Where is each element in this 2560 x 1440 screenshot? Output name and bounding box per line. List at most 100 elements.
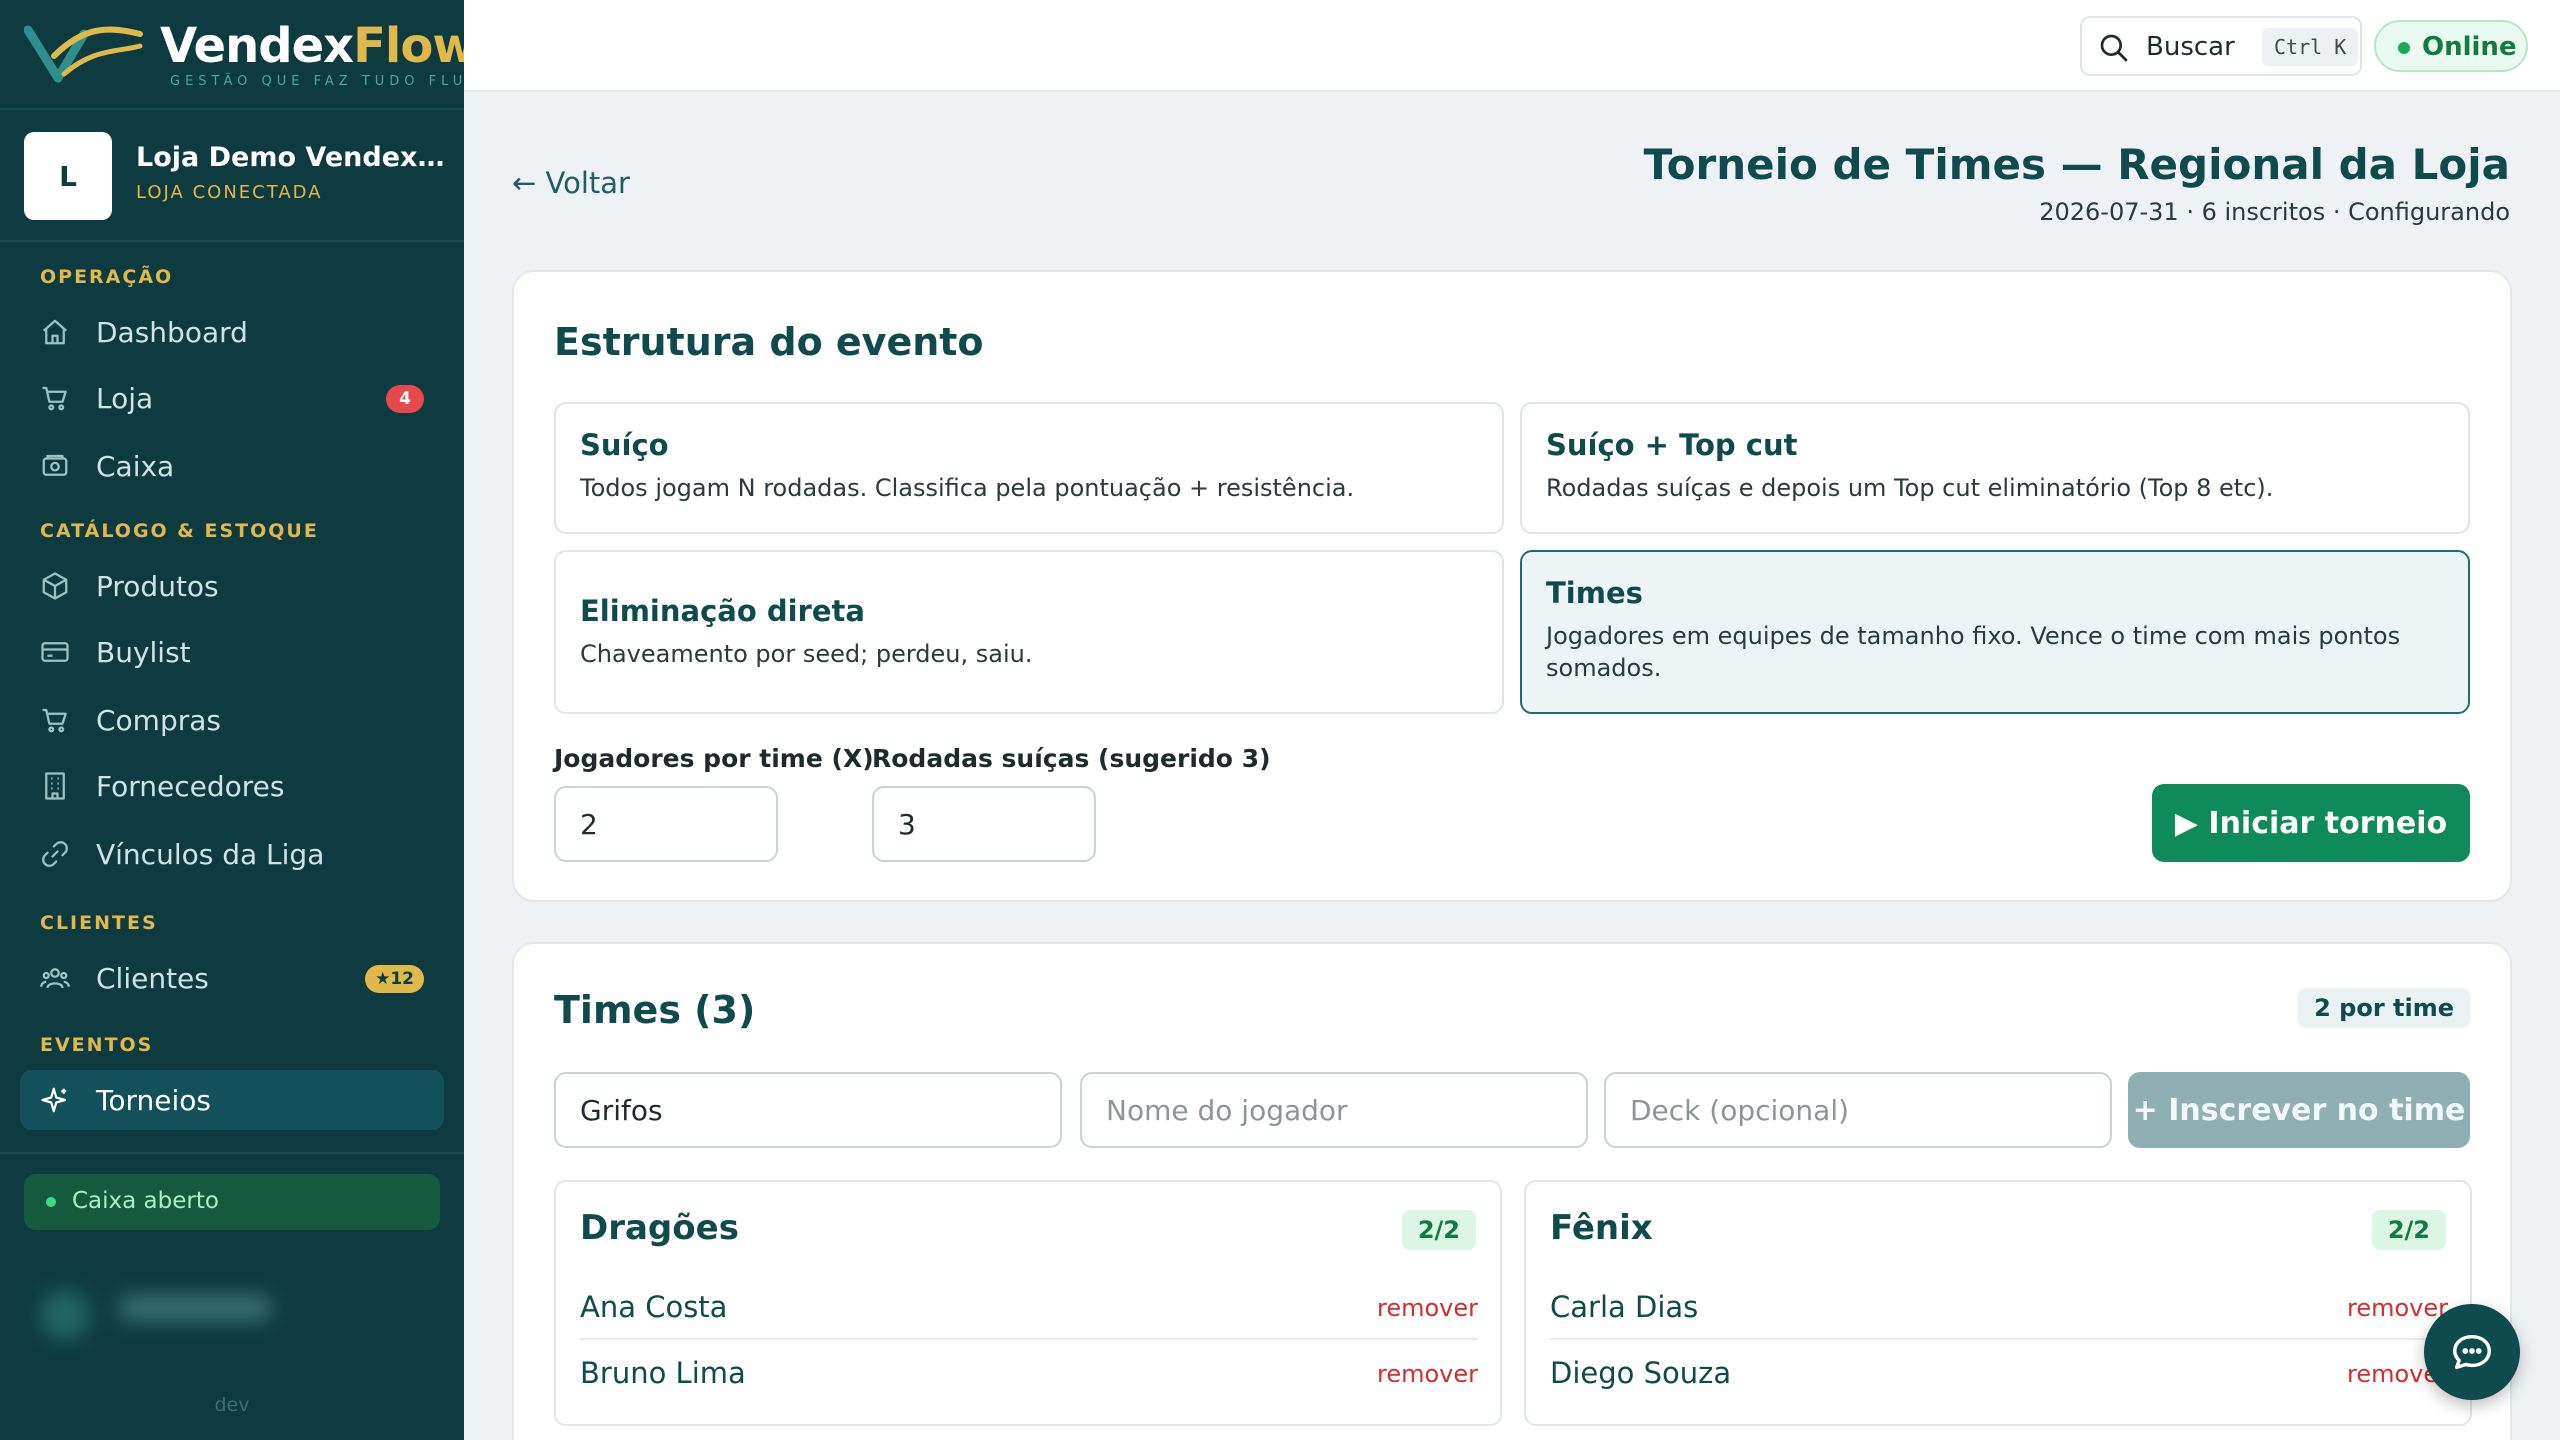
team-name: Fênix [1550, 1208, 1653, 1248]
team-member-row: Ana Costa remover [580, 1276, 1478, 1340]
cash-status-badge[interactable]: Caixa aberto [24, 1174, 440, 1230]
sidebar-item-label: Caixa [96, 450, 175, 483]
online-status-dot [2398, 42, 2410, 54]
remove-member-button[interactable]: remover [1377, 1294, 1478, 1322]
format-option-title: Suíço + Top cut [1546, 428, 1798, 462]
sidebar-item-dashboard[interactable]: Dashboard [20, 302, 444, 362]
section-label-eventos: EVENTOS [40, 1034, 154, 1056]
online-status-badge: Online [2374, 20, 2528, 72]
format-option-times[interactable]: Times Jogadores em equipes de tamanho fi… [1520, 550, 2470, 714]
section-label-catalogo: CATÁLOGO & ESTOQUE [40, 520, 319, 542]
sidebar-divider [0, 108, 464, 110]
link-icon [40, 839, 70, 869]
sidebar-item-label: Loja [96, 382, 154, 415]
vendexflow-logo-icon [24, 25, 143, 83]
format-option-description: Rodadas suíças e depois um Top cut elimi… [1546, 474, 2274, 502]
deck-input[interactable] [1604, 1072, 2112, 1148]
enroll-team-button[interactable]: + Inscrever no time [2128, 1072, 2470, 1148]
format-option-title: Eliminação direta [580, 594, 865, 628]
remove-member-button[interactable]: remover [2347, 1294, 2448, 1322]
loja-badge: 4 [386, 385, 424, 413]
players-per-team-input[interactable] [554, 786, 778, 862]
sidebar-item-loja[interactable]: Loja 4 [20, 368, 444, 428]
box-icon [40, 571, 70, 601]
format-option-suico[interactable]: Suíço Todos jogam N rodadas. Classifica … [554, 402, 1504, 534]
user-profile[interactable] [30, 1280, 410, 1350]
sidebar-item-vinculos-da-liga[interactable]: Vínculos da Liga [20, 824, 444, 884]
chat-bubble-icon [2453, 1334, 2491, 1370]
team-member-row: Diego Souza remover [1550, 1342, 2448, 1406]
remove-member-button[interactable]: remover [1377, 1360, 1478, 1388]
section-label-operacao: OPERAÇÃO [40, 266, 174, 288]
cash-status-label: Caixa aberto [72, 1188, 219, 1214]
sidebar-item-torneios[interactable]: Torneios [20, 1070, 444, 1130]
brand-tagline: GESTÃO QUE FAZ TUDO FLUIR [170, 74, 491, 89]
back-link[interactable]: ← Voltar [512, 166, 630, 200]
teams-card: Times (3) 2 por time + Inscrever no time… [512, 942, 2512, 1440]
cash-status-dot [46, 1197, 56, 1207]
clientes-badge: ★12 [365, 965, 424, 993]
sidebar-item-compras[interactable]: Compras [20, 690, 444, 750]
sidebar-item-caixa[interactable]: Caixa [20, 436, 444, 496]
team-card-fenix: Fênix 2/2 Carla Dias remover Diego Souza… [1524, 1180, 2472, 1426]
building-icon [40, 771, 70, 801]
page-title: Torneio de Times — Regional da Loja [1643, 140, 2510, 189]
avatar [40, 1290, 90, 1340]
team-member-row: Bruno Lima remover [580, 1342, 1478, 1406]
search-icon [2100, 34, 2128, 62]
event-structure-title: Estrutura do evento [554, 320, 984, 364]
swiss-rounds-input[interactable] [872, 786, 1096, 862]
start-tournament-button[interactable]: ▶ Iniciar torneio [2152, 784, 2470, 862]
format-option-eliminacao-direta[interactable]: Eliminação direta Chaveamento por seed; … [554, 550, 1504, 714]
player-name-input[interactable] [1080, 1072, 1588, 1148]
store-switcher[interactable]: L Loja Demo VendexFlow LOJA CONECTADA [24, 130, 446, 222]
sidebar-item-label: Fornecedores [96, 770, 285, 803]
format-option-suico-top-cut[interactable]: Suíço + Top cut Rodadas suíças e depois … [1520, 402, 2470, 534]
swiss-rounds-label: Rodadas suíças (sugerido 3) [872, 744, 1271, 773]
store-status: LOJA CONECTADA [136, 182, 323, 203]
format-option-description: Chaveamento por seed; perdeu, saiu. [580, 640, 1033, 668]
sidebar-item-label: Produtos [96, 570, 219, 603]
sidebar-item-clientes[interactable]: Clientes ★12 [20, 948, 444, 1008]
home-icon [40, 317, 70, 347]
players-per-team-label: Jogadores por time (X) [554, 744, 874, 773]
team-member-row: Carla Dias remover [1550, 1276, 2448, 1340]
online-status-label: Online [2422, 32, 2517, 62]
sidebar-item-label: Torneios [96, 1084, 211, 1117]
team-name-input[interactable] [554, 1072, 1062, 1148]
search-button[interactable]: Buscar Ctrl K [2080, 16, 2362, 76]
sidebar-item-label: Dashboard [96, 316, 248, 349]
sidebar-item-label: Clientes [96, 962, 209, 995]
sidebar-item-label: Compras [96, 704, 221, 737]
brand-name: VendexFlow [160, 18, 477, 74]
environment-label: dev [214, 1394, 250, 1416]
sidebar-item-label: Buylist [96, 636, 191, 669]
team-card-dragoes: Dragões 2/2 Ana Costa remover Bruno Lima… [554, 1180, 1502, 1426]
sidebar: VendexFlow GESTÃO QUE FAZ TUDO FLUIR L L… [0, 0, 485, 1440]
format-option-title: Times [1546, 576, 1643, 610]
sparkle-icon [40, 1085, 70, 1115]
member-name: Carla Dias [1550, 1290, 1699, 1324]
section-label-clientes: CLIENTES [40, 912, 158, 934]
member-name: Ana Costa [580, 1290, 728, 1324]
user-name-placeholder [120, 1296, 270, 1320]
store-avatar: L [24, 132, 112, 220]
users-icon [40, 963, 70, 993]
teams-title: Times (3) [554, 988, 756, 1032]
chat-button[interactable] [2424, 1304, 2520, 1400]
brand[interactable]: VendexFlow GESTÃO QUE FAZ TUDO FLUIR [24, 14, 485, 96]
sidebar-divider [0, 240, 464, 242]
page-subtitle: 2026-07-31 · 6 inscritos · Configurando [2039, 198, 2510, 226]
member-name: Diego Souza [1550, 1356, 1732, 1390]
sidebar-divider [0, 1152, 464, 1154]
event-structure-card: Estrutura do evento Suíço Todos jogam N … [512, 270, 2512, 902]
format-option-title: Suíço [580, 428, 669, 462]
sidebar-item-fornecedores[interactable]: Fornecedores [20, 756, 444, 816]
format-option-description: Jogadores em equipes de tamanho fixo. Ve… [1546, 622, 2401, 682]
topbar: Buscar Ctrl K Online [464, 0, 2560, 92]
sidebar-item-buylist[interactable]: Buylist [20, 622, 444, 682]
team-name: Dragões [580, 1208, 739, 1248]
sidebar-item-produtos[interactable]: Produtos [20, 556, 444, 616]
card-icon [40, 637, 70, 667]
per-team-badge: 2 por time [2298, 988, 2470, 1028]
